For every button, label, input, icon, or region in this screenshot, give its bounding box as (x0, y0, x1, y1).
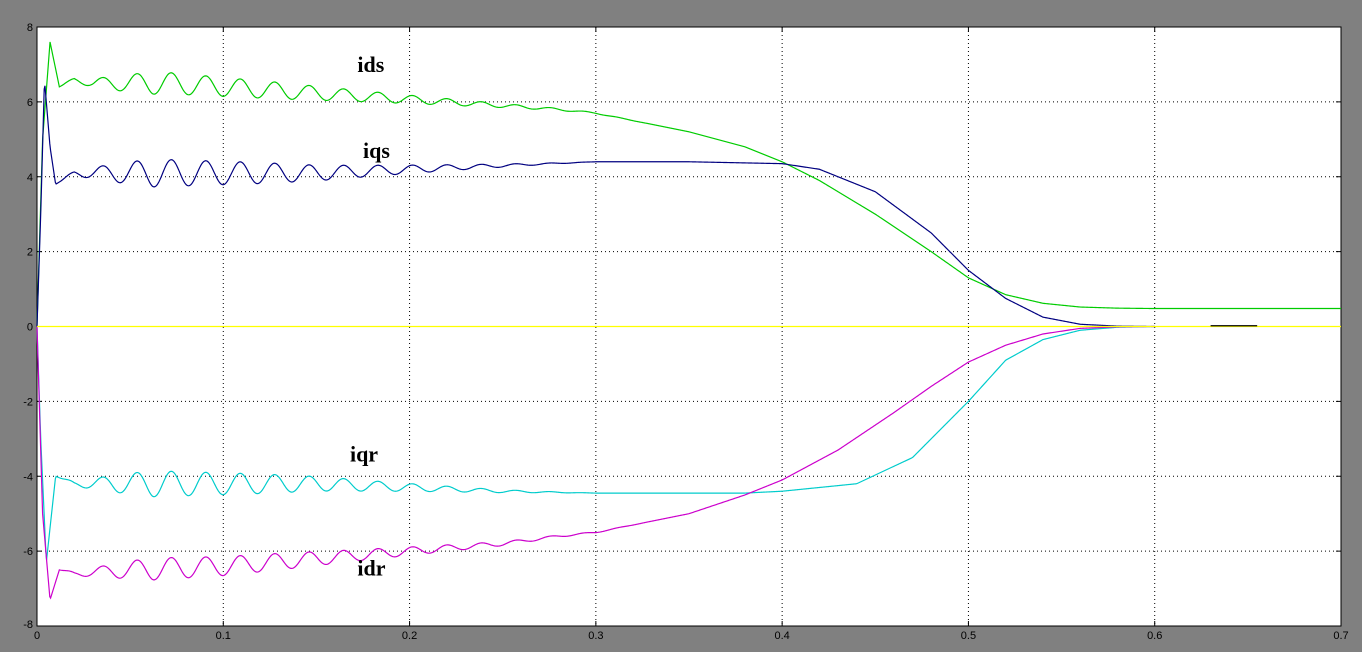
x-tick-label: 0.7 (1333, 630, 1348, 642)
x-tick-label: 0 (34, 630, 40, 642)
annotation-idr: idr (357, 555, 385, 580)
y-tick-label: -4 (23, 471, 33, 483)
y-tick-label: -6 (23, 546, 33, 558)
scope-figure: 0 0.1 0.2 0.3 0.4 0.5 0.6 0.7 8 6 4 2 0 -2 -4 -6 -8 ids i… (23, 22, 1348, 642)
y-tick-label: 6 (27, 97, 33, 109)
y-tick-label: 4 (27, 172, 33, 184)
y-tick-label: 8 (27, 22, 33, 34)
y-tick-label: 0 (27, 322, 33, 334)
x-tick-label: 0.1 (216, 630, 231, 642)
y-tick-label: -8 (23, 619, 33, 631)
x-tick-label: 0.6 (1147, 630, 1162, 642)
annotation-ids: ids (357, 52, 384, 77)
annotation-iqr: iqr (350, 441, 378, 466)
x-tick-label: 0.3 (588, 630, 603, 642)
x-tick-label: 0.5 (961, 630, 976, 642)
x-tick-label: 0.4 (774, 630, 789, 642)
annotation-iqs: iqs (363, 138, 390, 163)
y-tick-label: 2 (27, 247, 33, 259)
y-tick-label: -2 (23, 396, 33, 408)
x-tick-label: 0.2 (402, 630, 417, 642)
